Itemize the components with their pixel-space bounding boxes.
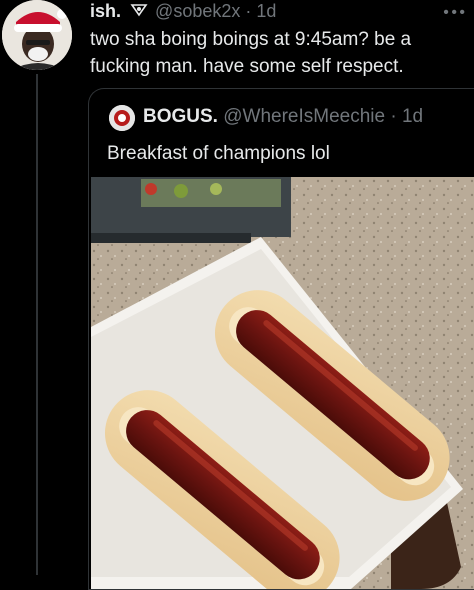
tweet-text: two sha boing boings at 9:45am? be a fuc… [90, 29, 412, 77]
thread-line [36, 74, 38, 575]
quoted-tweet[interactable]: BOGUS. @WhereIsMeechie · 1d Breakfast of… [88, 88, 474, 590]
quote-avatar[interactable] [109, 105, 135, 131]
separator: · [245, 1, 252, 21]
hot-dogs-photo [91, 177, 474, 589]
quote-separator: · [390, 106, 397, 127]
badge-icon [130, 1, 148, 24]
more-icon[interactable]: • • • [443, 4, 465, 22]
display-name[interactable]: ish. [90, 1, 121, 21]
quote-photo[interactable] [91, 177, 474, 589]
timestamp[interactable]: 1d [256, 1, 276, 21]
quote-header: BOGUS. @WhereIsMeechie · 1d [143, 105, 423, 129]
avatar-image [2, 0, 72, 70]
quote-timestamp[interactable]: 1d [402, 106, 423, 127]
tweet-header: ish. @sobek2x · 1d [90, 0, 276, 24]
quote-text: Breakfast of champions lol [107, 143, 330, 164]
handle[interactable]: @sobek2x [155, 1, 240, 21]
avatar[interactable] [2, 0, 72, 70]
quote-avatar-image [109, 105, 135, 131]
quote-handle[interactable]: @WhereIsMeechie [223, 106, 385, 127]
quote-display-name[interactable]: BOGUS. [143, 106, 218, 127]
